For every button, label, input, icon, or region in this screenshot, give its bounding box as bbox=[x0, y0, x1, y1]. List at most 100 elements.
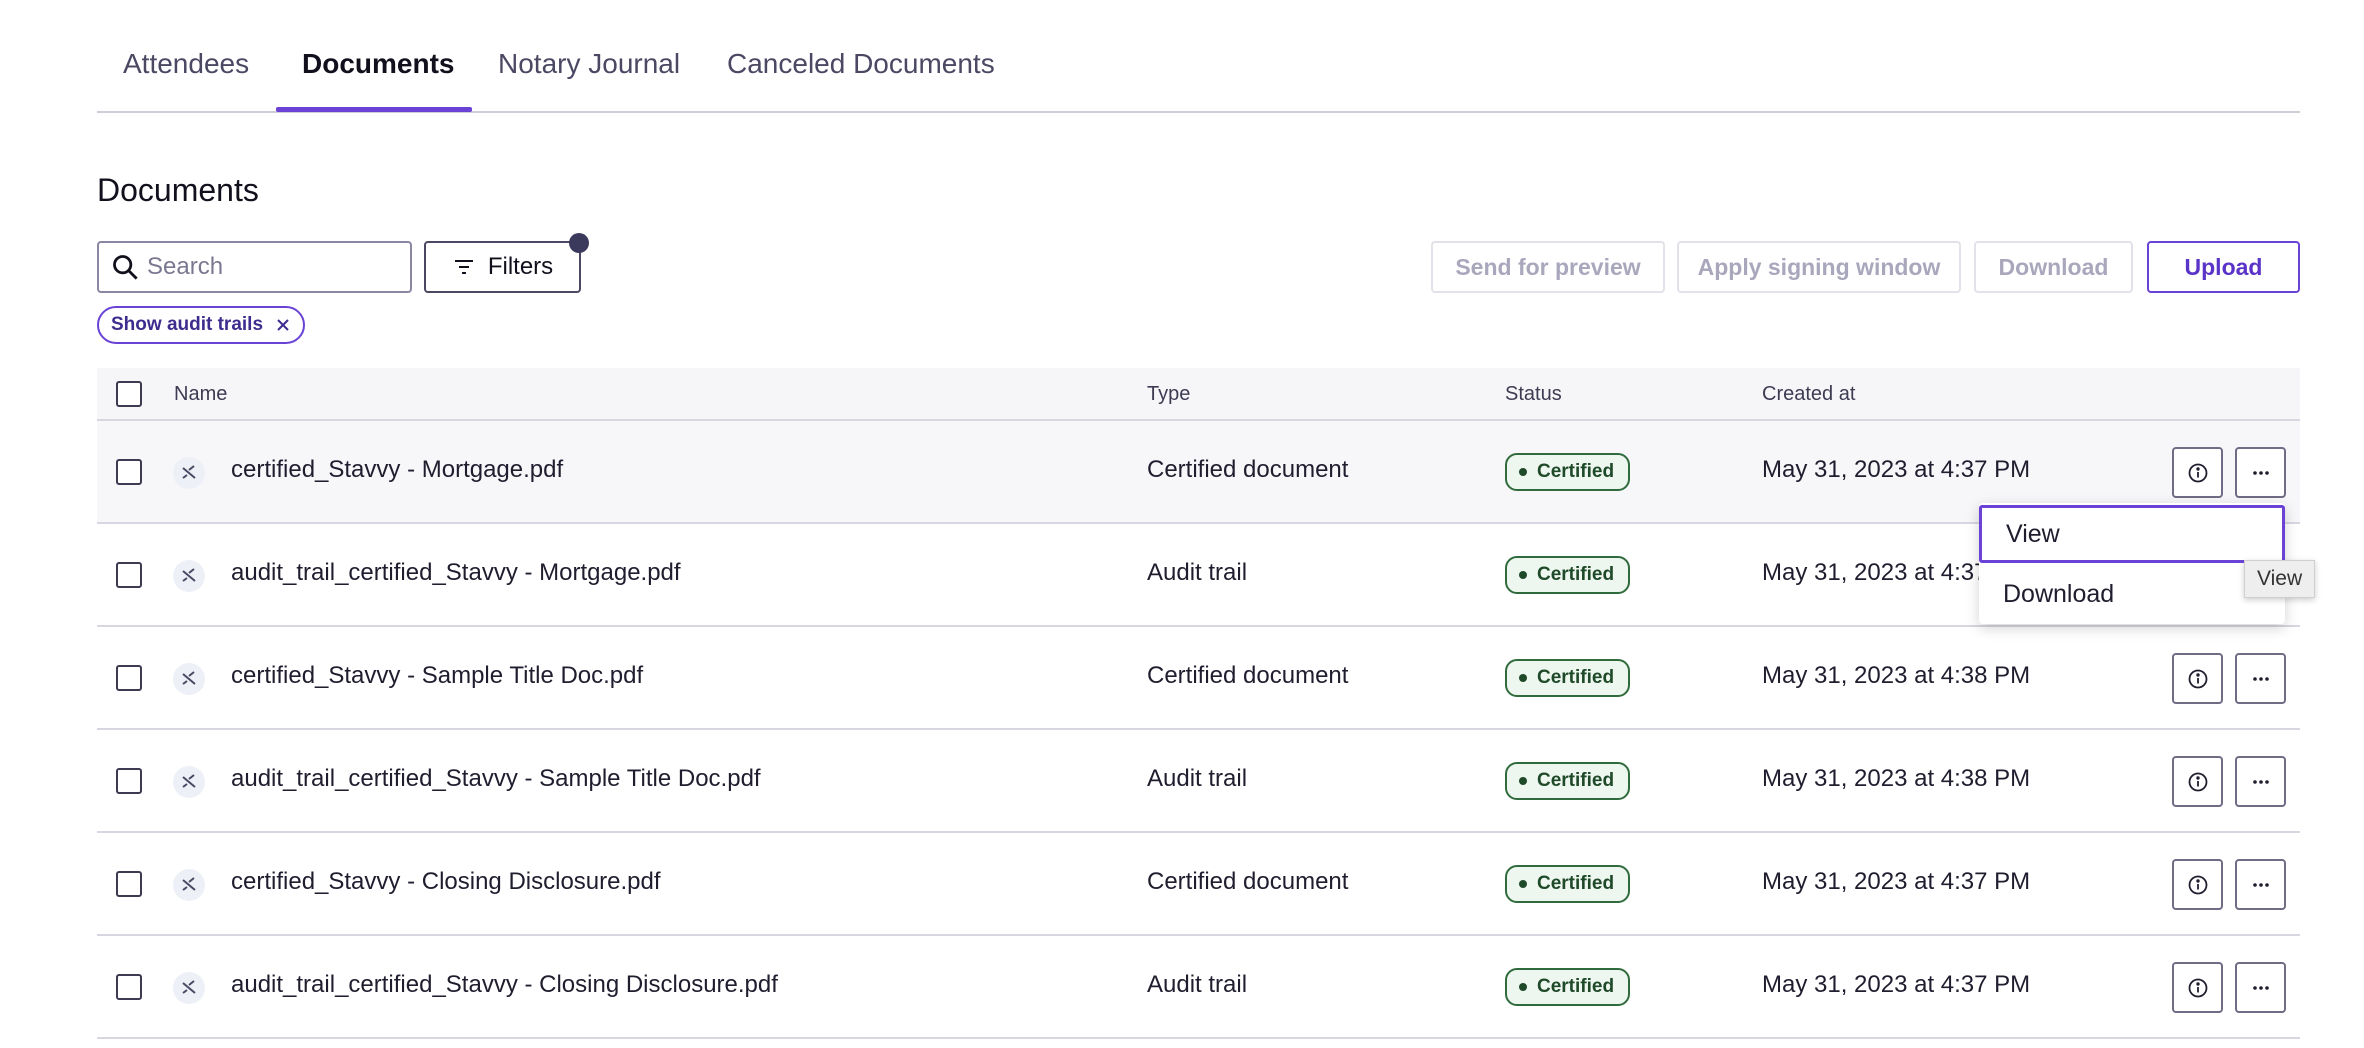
column-header-type[interactable]: Type bbox=[1147, 383, 1190, 406]
upload-button[interactable]: Upload bbox=[2147, 241, 2300, 293]
documents-table: Name Type Status Created at certified_St… bbox=[97, 368, 2300, 1039]
tooltip: View bbox=[2244, 560, 2316, 598]
created-at: May 31, 2023 at 4:37 bbox=[1762, 559, 1988, 586]
status-label: Certified bbox=[1537, 976, 1615, 997]
more-icon bbox=[2252, 676, 2269, 681]
table-row[interactable]: audit_trail_certified_Stavvy - Sample Ti… bbox=[97, 730, 2300, 833]
status-dot bbox=[1519, 777, 1527, 785]
more-icon bbox=[2252, 779, 2269, 784]
table-header: Name Type Status Created at bbox=[97, 368, 2300, 421]
send-for-preview-button[interactable]: Send for preview bbox=[1431, 241, 1665, 293]
table-row[interactable]: audit_trail_certified_Stavvy - Closing D… bbox=[97, 936, 2300, 1039]
search-box[interactable] bbox=[97, 241, 412, 293]
status-label: Certified bbox=[1537, 667, 1615, 688]
info-icon bbox=[2188, 978, 2207, 997]
document-name: audit_trail_certified_Stavvy - Closing D… bbox=[231, 971, 778, 998]
row-checkbox[interactable] bbox=[116, 974, 142, 1000]
menu-item-download[interactable]: Download bbox=[1979, 565, 2285, 623]
column-header-name[interactable]: Name bbox=[174, 383, 227, 406]
table-row[interactable]: certified_Stavvy - Closing Disclosure.pd… bbox=[97, 833, 2300, 936]
info-button[interactable] bbox=[2172, 447, 2223, 498]
table-row[interactable]: certified_Stavvy - Mortgage.pdf Certifie… bbox=[97, 421, 2300, 524]
created-at: May 31, 2023 at 4:37 PM bbox=[1762, 456, 2031, 483]
status-badge: Certified bbox=[1505, 762, 1631, 800]
row-checkbox[interactable] bbox=[116, 665, 142, 691]
row-checkbox[interactable] bbox=[116, 871, 142, 897]
more-icon bbox=[2252, 882, 2269, 887]
document-name: audit_trail_certified_Stavvy - Mortgage.… bbox=[231, 559, 681, 586]
section-title: Documents bbox=[97, 172, 259, 208]
status-dot bbox=[1519, 674, 1527, 682]
created-at: May 31, 2023 at 4:38 PM bbox=[1762, 662, 2031, 689]
more-actions-button[interactable] bbox=[2235, 962, 2286, 1013]
info-icon bbox=[2188, 463, 2207, 482]
document-type: Certified document bbox=[1147, 456, 1349, 483]
certified-doc-icon bbox=[173, 663, 205, 695]
more-actions-button[interactable] bbox=[2235, 653, 2286, 704]
more-actions-button[interactable] bbox=[2235, 447, 2286, 498]
info-button[interactable] bbox=[2172, 962, 2223, 1013]
document-name: certified_Stavvy - Closing Disclosure.pd… bbox=[231, 868, 661, 895]
apply-signing-window-button[interactable]: Apply signing window bbox=[1677, 241, 1961, 293]
status-label: Certified bbox=[1537, 873, 1615, 894]
status-dot bbox=[1519, 880, 1527, 888]
status-dot bbox=[1519, 983, 1527, 991]
column-header-created-at[interactable]: Created at bbox=[1762, 383, 1855, 406]
info-icon bbox=[2188, 772, 2207, 791]
info-icon bbox=[2188, 875, 2207, 894]
search-input[interactable] bbox=[147, 253, 397, 281]
document-type: Audit trail bbox=[1147, 765, 1248, 792]
document-name: certified_Stavvy - Sample Title Doc.pdf bbox=[231, 662, 644, 689]
filters-button[interactable]: Filters bbox=[424, 241, 581, 293]
document-type: Certified document bbox=[1147, 868, 1349, 895]
status-badge: Certified bbox=[1505, 556, 1631, 594]
table-row[interactable]: certified_Stavvy - Sample Title Doc.pdf … bbox=[97, 627, 2300, 730]
download-button[interactable]: Download bbox=[1974, 241, 2133, 293]
status-badge: Certified bbox=[1505, 968, 1631, 1006]
status-dot bbox=[1519, 571, 1527, 579]
status-badge: Certified bbox=[1505, 659, 1631, 697]
created-at: May 31, 2023 at 4:37 PM bbox=[1762, 868, 2031, 895]
document-type: Certified document bbox=[1147, 662, 1349, 689]
show-audit-trails-chip[interactable]: Show audit trails bbox=[97, 306, 306, 344]
certified-doc-icon bbox=[173, 766, 205, 798]
document-name: certified_Stavvy - Mortgage.pdf bbox=[231, 456, 564, 483]
status-label: Certified bbox=[1537, 461, 1615, 482]
info-button[interactable] bbox=[2172, 756, 2223, 807]
info-icon bbox=[2188, 669, 2207, 688]
menu-item-view[interactable]: View bbox=[1979, 505, 2285, 563]
row-checkbox[interactable] bbox=[116, 562, 142, 588]
status-label: Certified bbox=[1537, 770, 1615, 791]
status-badge: Certified bbox=[1505, 865, 1631, 903]
filter-icon bbox=[454, 260, 473, 274]
document-type: Audit trail bbox=[1147, 559, 1248, 586]
certified-doc-icon bbox=[173, 972, 205, 1004]
status-badge: Certified bbox=[1505, 453, 1631, 491]
more-icon bbox=[2252, 470, 2269, 475]
tab-attendees[interactable]: Attendees bbox=[123, 48, 249, 80]
certified-doc-icon bbox=[173, 560, 205, 592]
column-header-status[interactable]: Status bbox=[1505, 383, 1562, 406]
search-icon bbox=[113, 255, 138, 280]
created-at: May 31, 2023 at 4:37 PM bbox=[1762, 971, 2031, 998]
tab-documents[interactable]: Documents bbox=[302, 48, 454, 80]
certified-doc-icon bbox=[173, 457, 205, 489]
select-all-checkbox[interactable] bbox=[116, 381, 142, 407]
info-button[interactable] bbox=[2172, 859, 2223, 910]
certified-doc-icon bbox=[173, 869, 205, 901]
status-label: Certified bbox=[1537, 564, 1615, 585]
tab-bar: Attendees Documents Notary Journal Cance… bbox=[97, 0, 2300, 113]
close-icon[interactable] bbox=[275, 317, 291, 333]
row-checkbox[interactable] bbox=[116, 768, 142, 794]
active-tab-indicator bbox=[276, 107, 472, 112]
table-row[interactable]: audit_trail_certified_Stavvy - Mortgage.… bbox=[97, 524, 2300, 627]
document-name: audit_trail_certified_Stavvy - Sample Ti… bbox=[231, 765, 761, 792]
info-button[interactable] bbox=[2172, 653, 2223, 704]
tab-canceled-documents[interactable]: Canceled Documents bbox=[727, 48, 995, 80]
more-actions-button[interactable] bbox=[2235, 859, 2286, 910]
more-icon bbox=[2252, 985, 2269, 990]
more-actions-button[interactable] bbox=[2235, 756, 2286, 807]
status-dot bbox=[1519, 468, 1527, 476]
row-checkbox[interactable] bbox=[116, 459, 142, 485]
tab-notary-journal[interactable]: Notary Journal bbox=[498, 48, 680, 80]
